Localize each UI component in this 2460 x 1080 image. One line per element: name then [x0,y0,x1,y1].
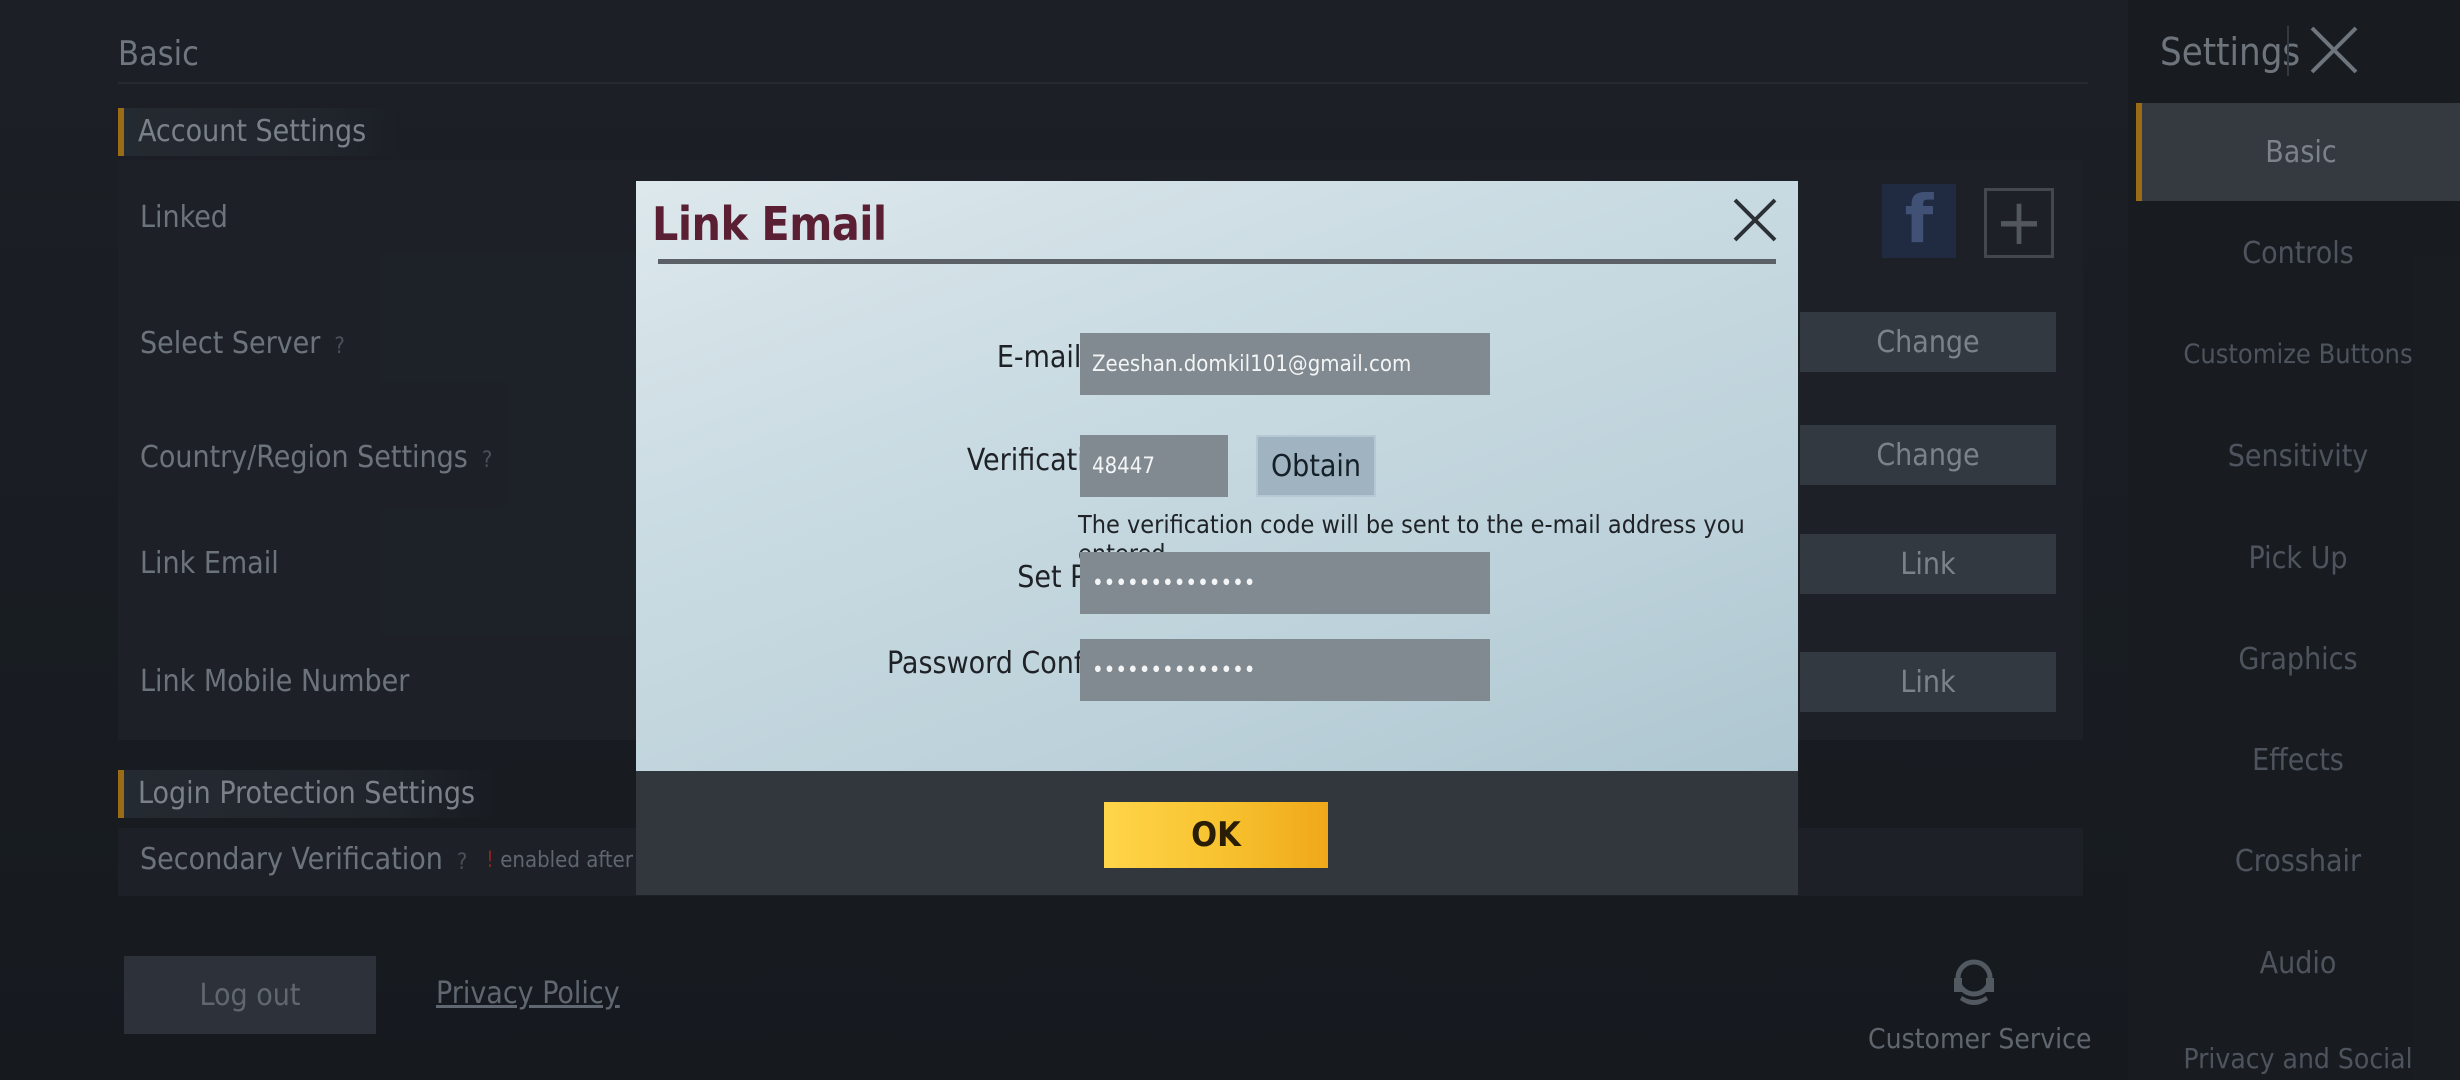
password-field[interactable]: •••••••••••••• [1080,552,1490,614]
dialog-title: Link Email [652,197,887,251]
close-icon[interactable] [1730,195,1780,245]
obtain-button[interactable]: Obtain [1256,435,1376,497]
verification-code-field[interactable]: 48447 [1080,435,1228,497]
email-field[interactable]: Zeeshan.domkil101@gmail.com [1080,333,1490,395]
link-email-dialog: Link Email E-mail address Zeeshan.domkil… [636,181,1798,895]
ok-button[interactable]: OK [1104,802,1328,868]
password-confirmation-field[interactable]: •••••••••••••• [1080,639,1490,701]
divider [658,259,1776,264]
